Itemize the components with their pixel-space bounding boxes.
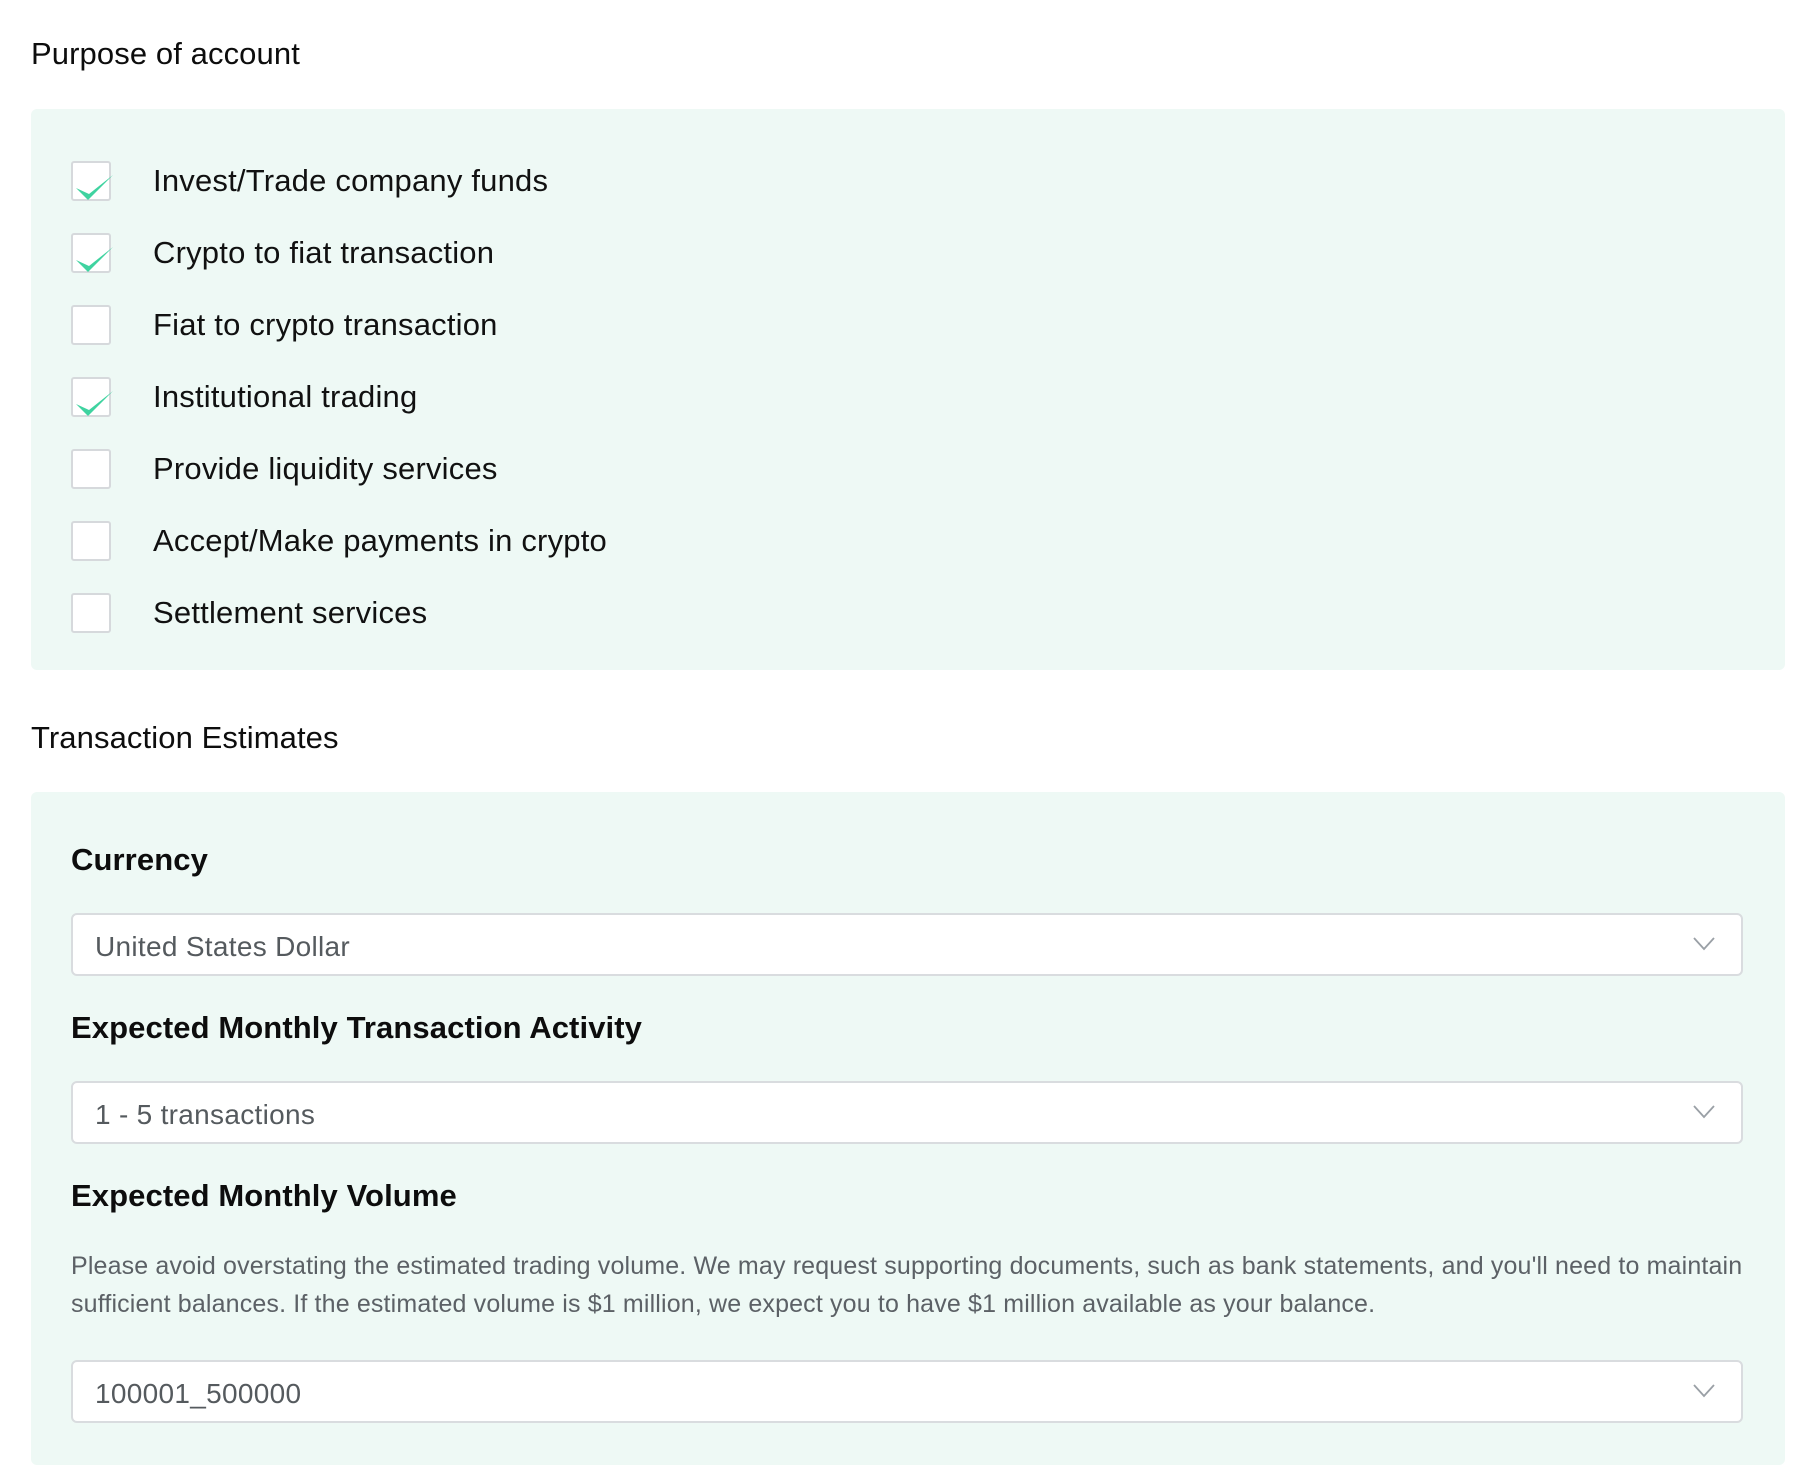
estimates-section-title: Transaction Estimates: [31, 720, 339, 755]
purpose-option-settlement-services[interactable]: Settlement services: [71, 577, 607, 649]
purpose-section-title: Purpose of account: [31, 36, 300, 71]
activity-select-value: 1 - 5 transactions: [95, 1099, 316, 1130]
checkbox[interactable]: [71, 521, 111, 561]
checkbox[interactable]: [71, 305, 111, 345]
checkmark-icon: [76, 247, 113, 272]
purpose-option-institutional-trading[interactable]: Institutional trading: [71, 361, 607, 433]
checkbox-label: Provide liquidity services: [153, 451, 498, 486]
checkmark-icon: [76, 391, 113, 416]
checkbox-label: Settlement services: [153, 595, 428, 630]
checkbox-label: Accept/Make payments in crypto: [153, 523, 607, 558]
chevron-down-icon: [1693, 937, 1715, 951]
chevron-down-icon: [1693, 1105, 1715, 1119]
activity-label: Expected Monthly Transaction Activity: [71, 1010, 643, 1045]
chevron-down-icon: [1693, 1384, 1715, 1398]
checkmark-icon: [76, 175, 113, 200]
kyc-form: Purpose of account Invest/Trade company …: [0, 0, 1800, 1480]
checkbox-label: Invest/Trade company funds: [153, 163, 549, 198]
activity-select[interactable]: 1 - 5 transactions: [71, 1081, 1743, 1144]
purpose-panel: Invest/Trade company funds Crypto to fia…: [31, 109, 1785, 670]
purpose-option-liquidity-services[interactable]: Provide liquidity services: [71, 433, 607, 505]
checkbox[interactable]: [71, 449, 111, 489]
volume-label: Expected Monthly Volume: [71, 1178, 457, 1213]
checkbox[interactable]: [71, 377, 113, 417]
currency-label: Currency: [71, 842, 208, 877]
currency-select-value: United States Dollar: [95, 931, 351, 962]
purpose-option-crypto-to-fiat[interactable]: Crypto to fiat transaction: [71, 217, 607, 289]
checkbox-label: Crypto to fiat transaction: [153, 235, 495, 270]
purpose-option-invest-trade[interactable]: Invest/Trade company funds: [71, 145, 607, 217]
currency-select[interactable]: United States Dollar: [71, 913, 1743, 976]
volume-help-text: Please avoid overstating the estimated t…: [71, 1252, 1743, 1318]
purpose-option-crypto-payments[interactable]: Accept/Make payments in crypto: [71, 505, 607, 577]
volume-select-value: 100001_500000: [95, 1378, 302, 1409]
checkbox-label: Fiat to crypto transaction: [153, 307, 498, 342]
checkbox[interactable]: [71, 161, 113, 201]
checkbox-label: Institutional trading: [153, 379, 418, 414]
purpose-checklist: Invest/Trade company funds Crypto to fia…: [71, 151, 607, 649]
volume-select[interactable]: 100001_500000: [71, 1360, 1743, 1423]
estimates-panel: Currency United States Dollar Expected M…: [31, 792, 1785, 1465]
checkbox[interactable]: [71, 233, 113, 273]
purpose-option-fiat-to-crypto[interactable]: Fiat to crypto transaction: [71, 289, 607, 361]
checkbox[interactable]: [71, 593, 111, 633]
